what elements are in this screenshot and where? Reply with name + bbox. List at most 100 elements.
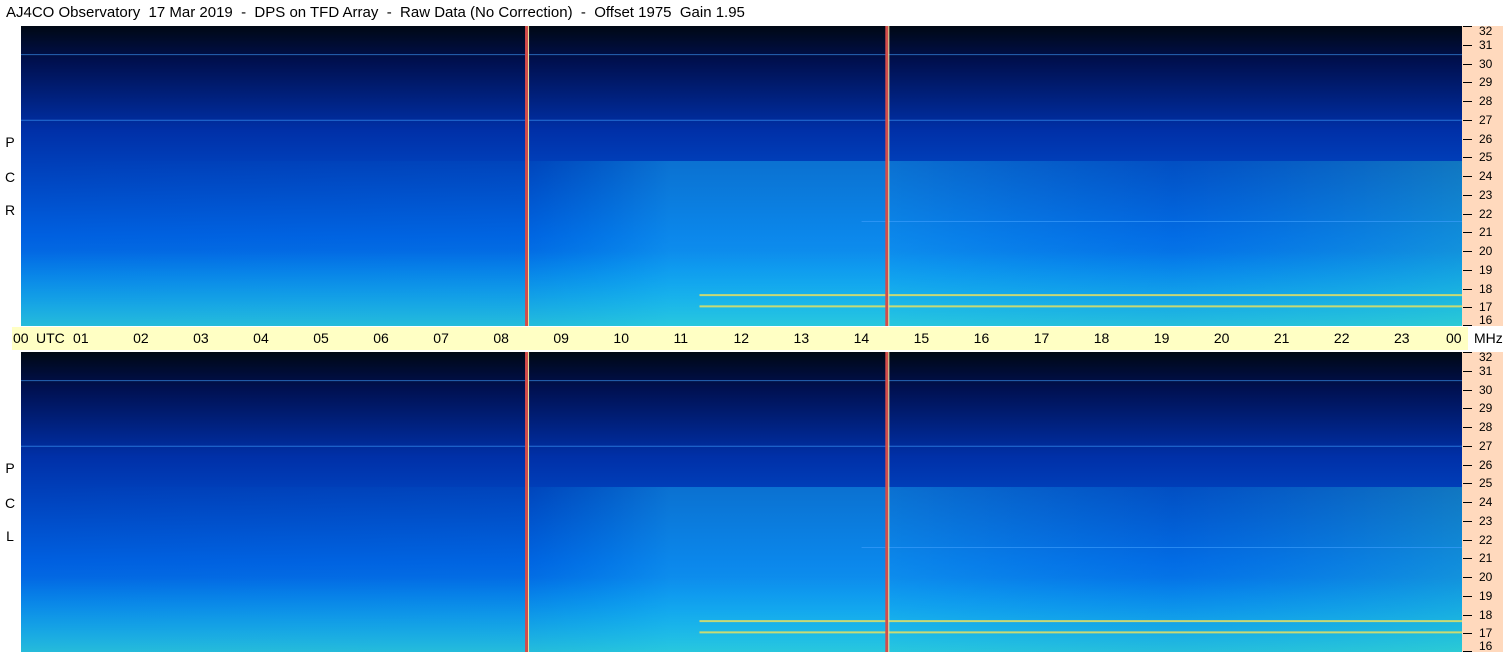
rcp-freq-label: 18 [1479,281,1493,296]
rcp-freq-label: 29 [1479,75,1493,90]
utc-unit-label: UTC [36,330,65,346]
lcp-freq-tick [1463,558,1472,560]
utc-tick-label: 10 [613,330,629,346]
rcp-freq-label: 32 [1479,24,1493,38]
lcp-freq-label: 16 [1479,639,1493,653]
rcp-interference-band-2 [861,221,1462,222]
rcp-freq-tick [1463,176,1472,177]
lcp-freq-label: 27 [1479,438,1493,453]
rcp-freq-label: 31 [1479,37,1493,52]
rcp-freq-label: 24 [1479,169,1493,183]
lcp-freq-tick [1463,651,1472,652]
rcp-label-r: P [5,134,15,150]
lcp-low-frequency-glow [21,577,1462,652]
rcp-marker-edge-0 [528,26,530,326]
lcp-freq-label: 19 [1479,588,1493,603]
lcp-marker-edge-0 [528,352,530,652]
rcp-freq-label: 22 [1479,206,1493,221]
lcp-interference-band-1 [699,620,1462,623]
utc-tick-label: 16 [973,330,990,346]
utc-tick-label: 03 [193,330,209,346]
lcp-label-c: C [4,495,16,511]
rcp-freq-label: 21 [1479,225,1493,240]
rcp-freq-label: 23 [1479,187,1493,202]
rcp-low-frequency-glow [21,251,1462,326]
utc-tick-label: 22 [1333,330,1350,346]
rcp-interference-band-3 [21,119,1462,121]
lcp-freq-label: 20 [1479,570,1493,584]
lcp-freq-tick [1463,633,1472,635]
lcp-spectrogram-svg [21,352,1462,652]
lcp-spectrogram [21,352,1462,652]
lcp-freq-label: 29 [1479,401,1493,416]
utc-tick-label: 13 [793,330,810,346]
lcp-freq-label: 25 [1479,476,1493,491]
rcp-label-c: C [4,169,16,185]
rcp-freq-tick [1463,232,1472,234]
rcp-freq-label: 30 [1479,56,1493,71]
lcp-freq-tick [1463,427,1472,428]
rcp-freq-tick [1463,251,1472,252]
utc-tick-label: 15 [913,330,930,346]
utc-tick-label: 09 [553,330,569,346]
lcp-marker-1 [885,352,889,652]
rcp-interference-band-1 [699,294,1462,297]
lcp-freq-tick [1463,464,1472,466]
lcp-marker-0 [525,352,529,652]
lcp-freq-tick [1463,577,1472,578]
utc-tick-label: 01 [73,330,89,346]
lcp-freq-tick [1463,389,1472,391]
rcp-freq-label: 25 [1479,150,1493,165]
utc-tick-label: 21 [1273,330,1290,346]
rcp-freq-tick [1463,269,1472,271]
lcp-marker-edge-1 [888,352,890,652]
rcp-freq-tick [1463,325,1472,326]
rcp-freq-tick [1463,157,1472,159]
rcp-spectrogram-svg [21,26,1462,326]
rcp-interference-band-0 [699,305,1462,308]
rcp-freq-tick [1463,194,1472,196]
lcp-freq-label: 18 [1479,607,1493,622]
rcp-freq-tick [1463,82,1472,84]
lcp-freq-tick [1463,352,1472,353]
rcp-freq-label: 26 [1479,131,1493,146]
mhz-unit-label: MHz [1474,330,1503,346]
rcp-freq-tick [1463,213,1472,215]
lcp-freq-tick [1463,614,1472,616]
utc-tick-label: 02 [133,330,149,346]
frequency-axis-bottom: 16 17 18 19 20 21 22 23 24 25 26 27 28 29 30 31 32 [1462,351,1503,653]
rcp-label-p: R [4,202,16,218]
lcp-label-p: L [6,528,14,544]
rcp-freq-tick [1463,307,1472,309]
lcp-interference-band-3 [21,445,1462,447]
lcp-freq-label: 30 [1479,382,1493,397]
lcp-freq-tick [1463,408,1472,410]
rcp-freq-label: 16 [1479,313,1493,327]
lcp-freq-tick [1463,483,1472,485]
utc-tick-label: 05 [313,330,329,346]
utc-tick-label: 20 [1213,330,1230,346]
rcp-freq-label: 17 [1479,300,1493,315]
utc-tick-label: 19 [1153,330,1170,346]
utc-tick-label: 11 [673,330,688,346]
utc-tick-label: 17 [1033,330,1050,346]
rcp-marker-1 [885,26,889,326]
lcp-freq-label: 17 [1479,626,1493,641]
utc-tick-label: 04 [253,330,269,346]
lcp-interference-band-0 [699,631,1462,634]
rcp-interference-band-4 [21,54,1462,56]
rcp-freq-tick [1463,288,1472,290]
lcp-freq-tick [1463,370,1472,372]
chart-title: AJ4CO Observatory 17 Mar 2019 - DPS on T… [6,4,745,21]
lcp-freq-tick [1463,520,1472,522]
utc-tick-label: 12 [733,330,750,346]
utc-tick-label: 23 [1393,330,1410,346]
lcp-freq-label: 21 [1479,551,1493,566]
lcp-freq-tick [1463,595,1472,597]
rcp-freq-tick [1463,26,1472,27]
lcp-freq-label: 31 [1479,363,1493,378]
utc-tick-label: 18 [1093,330,1110,346]
lcp-label-l: P [5,460,15,476]
utc-tick-label: 08 [493,330,509,346]
rcp-freq-tick [1463,119,1472,121]
